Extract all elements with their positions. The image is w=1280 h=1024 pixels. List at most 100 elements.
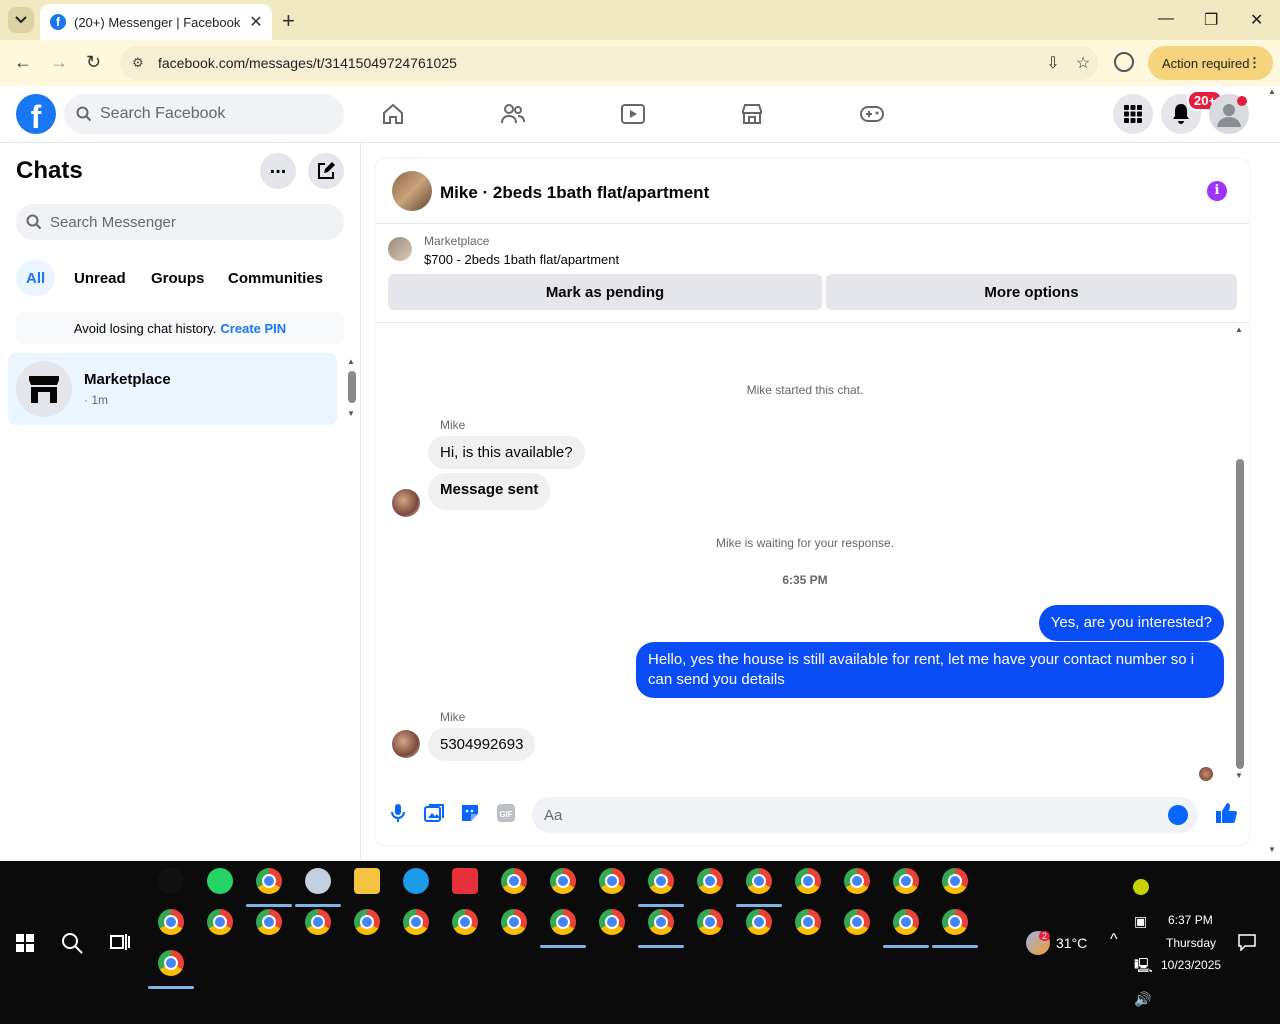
chrome-taskbar-icon[interactable] (599, 868, 625, 894)
task-view-icon[interactable] (110, 933, 130, 951)
chat-list-item[interactable]: Marketplace · 1m (8, 353, 337, 425)
filter-unread[interactable]: Unread (64, 260, 136, 296)
incoming-message[interactable]: Hi, is this available? (428, 436, 585, 469)
chrome-taskbar-icon[interactable] (501, 868, 527, 894)
edge-taskbar-icon[interactable] (403, 868, 429, 894)
sticker-icon[interactable] (458, 801, 482, 825)
microphone-icon[interactable] (386, 801, 410, 825)
chrome-taskbar-icon[interactable] (844, 868, 870, 894)
chrome-taskbar-icon[interactable] (256, 909, 282, 935)
chrome-taskbar-icon[interactable] (403, 909, 429, 935)
whatsapp-taskbar-icon[interactable] (207, 868, 233, 894)
sidebar-scrollbar[interactable] (348, 371, 356, 403)
chrome-taskbar-icon[interactable] (501, 909, 527, 935)
emoji-icon[interactable] (1168, 805, 1188, 825)
chrome-taskbar-icon[interactable] (697, 868, 723, 894)
chrome-taskbar-icon[interactable] (550, 909, 576, 935)
friends-icon[interactable] (499, 100, 527, 128)
chrome-taskbar-icon[interactable] (893, 868, 919, 894)
network-icon[interactable]: 🖳 (1134, 955, 1153, 979)
chrome-taskbar-icon[interactable] (795, 909, 821, 935)
chrome-taskbar-icon[interactable] (207, 909, 233, 935)
volume-icon[interactable]: 🔊 (1134, 991, 1151, 1008)
chat-options-button[interactable]: ... (260, 153, 296, 189)
clock-time[interactable]: 6:37 PM (1168, 913, 1213, 927)
facebook-logo-icon[interactable]: f (16, 94, 56, 134)
outgoing-message[interactable]: Yes, are you interested? (1038, 605, 1224, 641)
site-settings-icon[interactable]: ⚙ (132, 55, 150, 71)
bookmark-star-icon[interactable]: ☆ (1068, 53, 1098, 73)
new-tab-button[interactable]: + (282, 8, 295, 34)
conversation-scrollbar[interactable] (1236, 459, 1244, 769)
action-center-icon[interactable] (1238, 933, 1256, 951)
chrome-taskbar-icon[interactable] (942, 868, 968, 894)
chrome-taskbar-icon[interactable] (697, 909, 723, 935)
scroll-down-arrow[interactable]: ▼ (347, 409, 355, 418)
chrome-profile-icon[interactable] (1114, 52, 1134, 72)
taskbar-search-icon[interactable] (60, 931, 84, 955)
forward-icon[interactable]: → (50, 52, 68, 73)
scroll-up-arrow[interactable]: ▲ (1235, 325, 1243, 334)
wps-taskbar-icon[interactable] (452, 868, 478, 894)
incoming-message[interactable]: Message sent (428, 473, 551, 510)
tiktok-taskbar-icon[interactable] (158, 868, 184, 894)
tray-app-icon[interactable] (1133, 879, 1149, 895)
outgoing-message[interactable]: Hello, yes the house is still available … (636, 642, 1224, 698)
message-input[interactable]: Aa (532, 797, 1198, 833)
restore-icon[interactable]: ❐ (1204, 10, 1218, 30)
listing-title[interactable]: $700 - 2beds 1bath flat/apartment (424, 252, 619, 267)
chrome-taskbar-icon[interactable] (746, 909, 772, 935)
home-icon[interactable] (379, 100, 407, 128)
clock-date[interactable]: 10/23/2025 (1161, 958, 1221, 972)
conversation-title[interactable]: Mike · 2beds 1bath flat/apartment (440, 183, 709, 203)
chrome-taskbar-icon[interactable] (158, 950, 184, 976)
gif-icon[interactable]: GIF (494, 801, 518, 825)
info-icon[interactable]: i (1207, 181, 1227, 201)
sender-avatar[interactable] (392, 730, 420, 758)
chrome-taskbar-icon[interactable] (795, 868, 821, 894)
menu-grid-button[interactable] (1113, 94, 1153, 134)
video-icon[interactable] (619, 100, 647, 128)
chrome-taskbar-icon[interactable] (354, 909, 380, 935)
sender-avatar[interactable] (392, 489, 420, 517)
windows-start-icon[interactable] (16, 934, 34, 952)
gaming-icon[interactable] (858, 100, 886, 128)
chrome-taskbar-icon[interactable] (942, 909, 968, 935)
scroll-up-arrow[interactable]: ▲ (347, 357, 355, 366)
marketplace-icon[interactable] (738, 100, 766, 128)
chrome-taskbar-icon[interactable] (256, 868, 282, 894)
action-required-button[interactable]: Action required ⋮ (1148, 46, 1273, 80)
minimize-icon[interactable]: — (1158, 10, 1174, 28)
new-message-button[interactable] (308, 153, 344, 189)
page-scroll-down-arrow[interactable]: ▼ (1268, 845, 1276, 854)
app-taskbar-icon[interactable] (305, 868, 331, 894)
mark-as-pending-button[interactable]: Mark as pending (388, 274, 822, 310)
install-app-icon[interactable]: ⇩ (1038, 53, 1068, 73)
chrome-taskbar-icon[interactable] (746, 868, 772, 894)
chrome-taskbar-icon[interactable] (158, 909, 184, 935)
tray-chevron-up-icon[interactable]: ^ (1110, 931, 1118, 949)
chrome-taskbar-icon[interactable] (550, 868, 576, 894)
back-icon[interactable]: ← (14, 52, 32, 73)
chrome-taskbar-icon[interactable] (452, 909, 478, 935)
chrome-taskbar-icon[interactable] (599, 909, 625, 935)
clock-day[interactable]: Thursday (1166, 936, 1216, 950)
filter-groups[interactable]: Groups (141, 260, 214, 296)
close-tab-icon[interactable]: ✕ (246, 12, 266, 32)
address-bar[interactable]: ⚙ facebook.com/messages/t/31415049724761… (120, 46, 1098, 80)
scroll-down-arrow[interactable]: ▼ (1235, 771, 1243, 780)
chrome-taskbar-icon[interactable] (305, 909, 331, 935)
close-window-icon[interactable]: ✕ (1250, 10, 1263, 30)
filter-all[interactable]: All (16, 260, 56, 296)
meet-now-icon[interactable]: ▣ (1134, 913, 1147, 930)
more-options-button[interactable]: More options (826, 274, 1237, 310)
temperature[interactable]: 31°C (1056, 935, 1087, 951)
facebook-search-input[interactable]: Search Facebook (64, 94, 344, 134)
chrome-taskbar-icon[interactable] (648, 868, 674, 894)
photo-icon[interactable] (422, 801, 446, 825)
filter-communities[interactable]: Communities (218, 260, 333, 296)
incoming-message[interactable]: 5304992693 (428, 728, 536, 761)
folder-taskbar-icon[interactable] (354, 868, 380, 894)
chrome-taskbar-icon[interactable] (844, 909, 870, 935)
chrome-taskbar-icon[interactable] (648, 909, 674, 935)
